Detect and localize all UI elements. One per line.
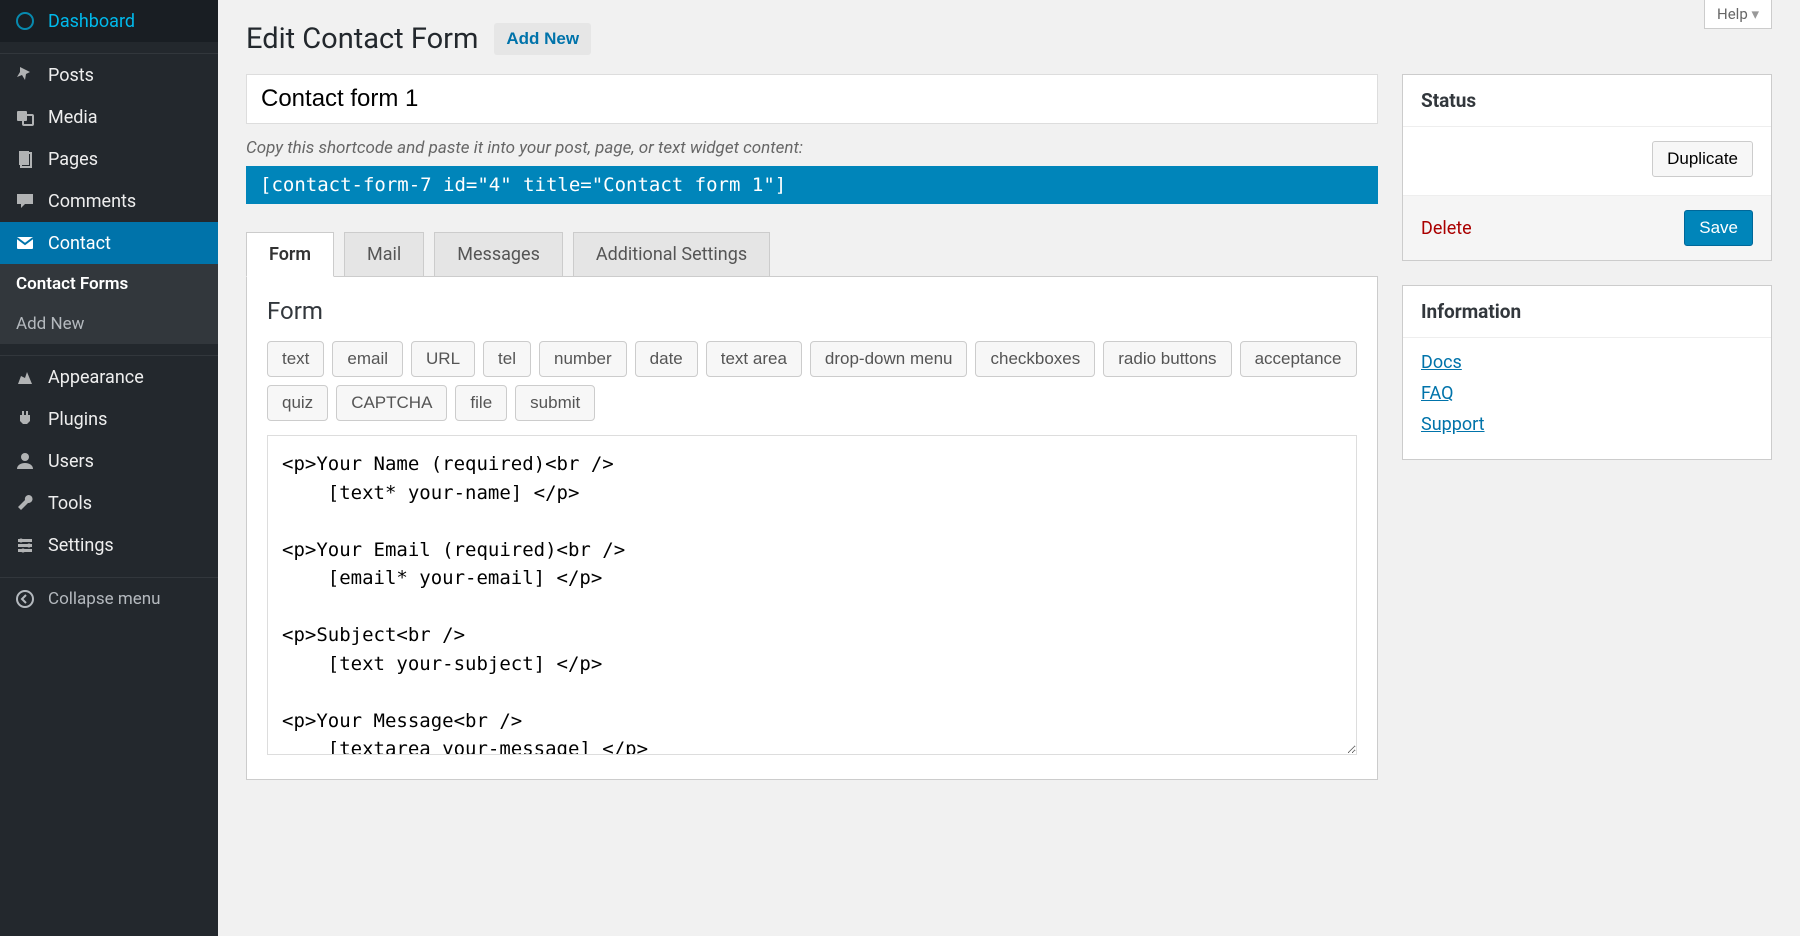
dashboard-icon [14,10,36,32]
tag-button[interactable]: checkboxes [975,341,1095,377]
tag-button-row: textemailURLtelnumberdatetext areadrop-d… [267,341,1357,421]
plugin-icon [14,408,36,430]
tag-button[interactable]: text [267,341,324,377]
shortcode-hint: Copy this shortcode and paste it into yo… [246,138,1378,158]
faq-link[interactable]: FAQ [1421,383,1753,404]
media-icon [14,106,36,128]
docs-link[interactable]: Docs [1421,352,1753,373]
collapse-icon [14,588,36,610]
sidebar-label: Users [48,451,94,472]
envelope-icon [14,232,36,254]
status-box-title: Status [1403,75,1771,127]
tab-panel-form: Form textemailURLtelnumberdatetext aread… [246,276,1378,780]
sidebar-item-appearance[interactable]: Appearance [0,356,218,398]
sidebar-item-tools[interactable]: Tools [0,482,218,524]
tag-button[interactable]: email [332,341,403,377]
tag-button[interactable]: tel [483,341,531,377]
tag-button[interactable]: drop-down menu [810,341,968,377]
form-body-textarea[interactable] [267,435,1357,755]
tag-button[interactable]: number [539,341,627,377]
editor-tabs: Form Mail Messages Additional Settings [246,232,1378,277]
users-icon [14,450,36,472]
sidebar-label: Tools [48,493,92,514]
sidebar-item-posts[interactable]: Posts [0,54,218,96]
sidebar-item-pages[interactable]: Pages [0,138,218,180]
sidebar-label: Posts [48,65,94,86]
delete-link[interactable]: Delete [1421,218,1472,239]
pages-icon [14,148,36,170]
tab-form[interactable]: Form [246,232,334,277]
form-title-input[interactable] [246,74,1378,124]
sidebar-label: Appearance [48,367,144,388]
tag-button[interactable]: CAPTCHA [336,385,447,421]
tag-button[interactable]: text area [706,341,802,377]
sidebar-label: Contact [48,233,111,254]
duplicate-button[interactable]: Duplicate [1652,141,1753,177]
comment-icon [14,190,36,212]
tag-button[interactable]: date [635,341,698,377]
tag-button[interactable]: URL [411,341,475,377]
information-box: Information Docs FAQ Support [1402,285,1772,460]
tools-icon [14,492,36,514]
tag-button[interactable]: radio buttons [1103,341,1231,377]
sidebar-item-plugins[interactable]: Plugins [0,398,218,440]
tag-button[interactable]: file [455,385,507,421]
sidebar-item-media[interactable]: Media [0,96,218,138]
sidebar-item-dashboard[interactable]: Dashboard [0,0,218,42]
pin-icon [14,64,36,86]
sidebar-label: Settings [48,535,114,556]
admin-sidebar: Dashboard Posts Media Pages Comments Con… [0,0,218,936]
page-title: Edit Contact Form [246,22,478,56]
sidebar-item-contact[interactable]: Contact [0,222,218,264]
sidebar-label: Plugins [48,409,107,430]
information-box-title: Information [1403,286,1771,338]
sidebar-item-settings[interactable]: Settings [0,524,218,566]
status-box: Status Duplicate Delete Save [1402,74,1772,261]
tag-button[interactable]: quiz [267,385,328,421]
collapse-label: Collapse menu [48,589,161,609]
add-new-button[interactable]: Add New [494,23,591,55]
submenu-item-add-new[interactable]: Add New [0,304,218,344]
tab-mail[interactable]: Mail [344,232,424,277]
support-link[interactable]: Support [1421,414,1753,435]
tag-button[interactable]: acceptance [1240,341,1357,377]
main-content: Help Edit Contact Form Add New Copy this… [218,0,1800,936]
save-button[interactable]: Save [1684,210,1753,246]
sidebar-label: Dashboard [48,11,135,32]
collapse-menu[interactable]: Collapse menu [0,578,218,620]
tab-additional-settings[interactable]: Additional Settings [573,232,770,277]
tab-messages[interactable]: Messages [434,232,563,277]
sidebar-item-users[interactable]: Users [0,440,218,482]
sidebar-label: Comments [48,191,136,212]
sidebar-item-comments[interactable]: Comments [0,180,218,222]
help-tab[interactable]: Help [1704,0,1772,29]
appearance-icon [14,366,36,388]
panel-heading: Form [267,297,1357,325]
submenu-item-contact-forms[interactable]: Contact Forms [0,264,218,304]
settings-icon [14,534,36,556]
sidebar-label: Pages [48,149,98,170]
tag-button[interactable]: submit [515,385,595,421]
shortcode-field[interactable]: [contact-form-7 id="4" title="Contact fo… [246,166,1378,204]
sidebar-label: Media [48,107,98,128]
sidebar-submenu-contact: Contact Forms Add New [0,264,218,344]
